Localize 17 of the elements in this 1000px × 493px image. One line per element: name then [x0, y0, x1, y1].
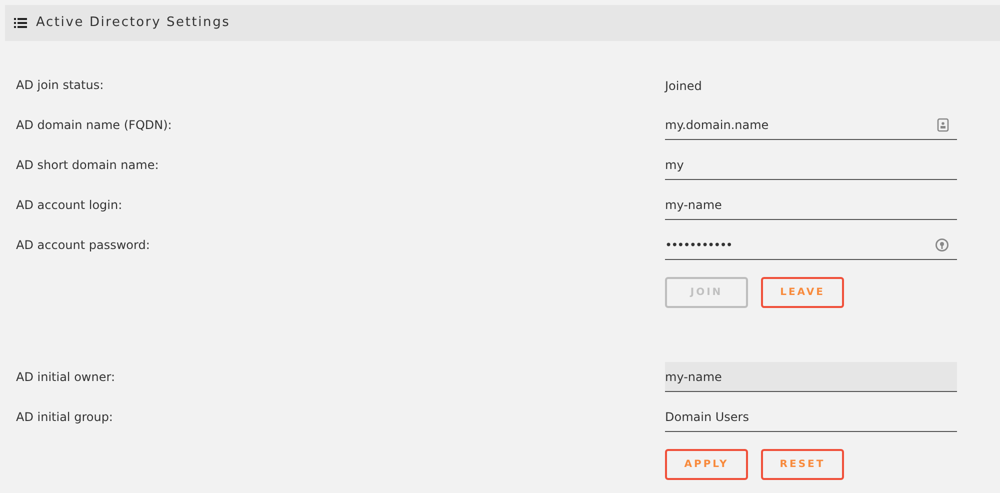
field-label: AD initial owner:: [15, 369, 116, 386]
list-icon: [14, 18, 27, 28]
text-field[interactable]: Domain Users: [665, 402, 957, 432]
field-label: AD domain name (FQDN):: [15, 117, 173, 134]
text-field[interactable]: my-name: [665, 190, 957, 220]
contact-card-icon: [937, 118, 949, 132]
key-circle-icon: [935, 238, 949, 252]
field-label: AD initial group:: [15, 409, 114, 426]
field-label: AD account login:: [15, 197, 124, 214]
field-label: AD join status:: [15, 77, 105, 94]
text-field[interactable]: my: [665, 150, 957, 180]
section-title: Active Directory Settings: [36, 14, 230, 32]
text-field[interactable]: my.domain.name: [665, 110, 957, 140]
field-label: AD short domain name:: [15, 157, 160, 174]
password-field[interactable]: •••••••••••: [665, 230, 957, 260]
field-label: AD account password:: [15, 237, 151, 254]
join-status: Joined: [665, 79, 702, 93]
